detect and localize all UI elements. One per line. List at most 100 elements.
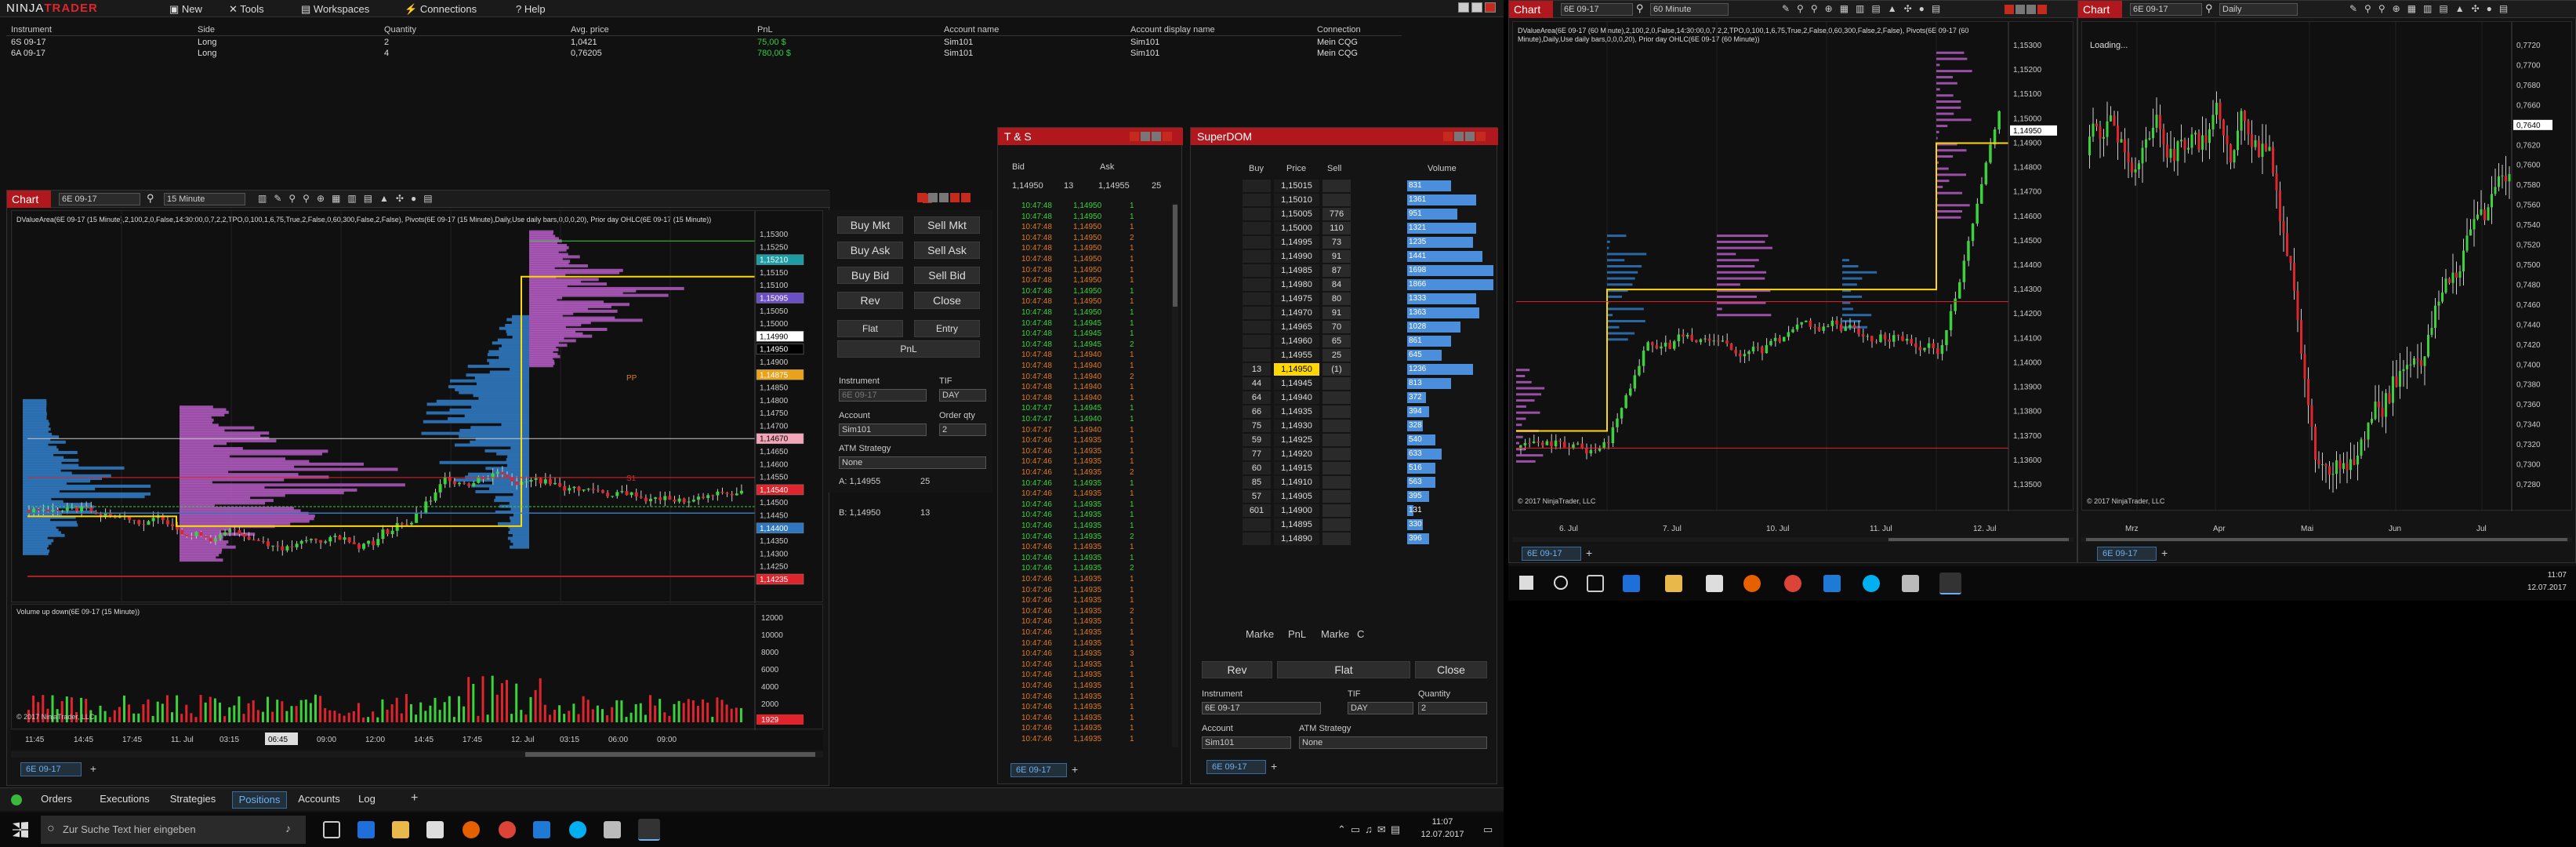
ts-bottom-tab[interactable]: 6E 09-17 (1010, 763, 1067, 777)
volume-panel[interactable]: Volume up down(6E 09-17 (15 Minute)) 120… (11, 604, 823, 730)
dom-cell[interactable]: 60 (1243, 462, 1271, 474)
dom-cell[interactable] (1322, 391, 1351, 404)
dom-row[interactable]: 57 1,14905 395 (1243, 490, 1493, 504)
chart3-scrollbar[interactable] (2081, 537, 2572, 542)
close-button-2[interactable] (961, 193, 971, 202)
dom-reverse-button[interactable]: Rev (1202, 661, 1272, 678)
col-avg-price[interactable]: Avg. price (571, 25, 609, 35)
dom-cell[interactable] (1322, 180, 1351, 192)
dom-cell[interactable] (1243, 321, 1271, 333)
close-button[interactable] (1163, 132, 1172, 141)
maximize-button[interactable] (1465, 132, 1475, 141)
dom-cell[interactable] (1322, 476, 1351, 489)
chart-tool-icons[interactable]: ▥✎⚲⚲⊕▦▥▤▲✣●▤ (258, 193, 440, 204)
dom-cell[interactable]: 1,14950 (1274, 363, 1319, 376)
dom-cell[interactable]: 1,14975 (1274, 293, 1319, 305)
dom-cell[interactable] (1322, 434, 1351, 446)
dom-cell[interactable]: 87 (1322, 264, 1351, 277)
dom-row[interactable]: 1,14985 87 1698 (1243, 264, 1493, 278)
tab-orders[interactable]: Orders (33, 793, 80, 807)
dom-market-buy[interactable]: Marke (1246, 628, 1274, 640)
dom-cell[interactable]: 110 (1322, 222, 1351, 234)
col-side[interactable]: Side (198, 25, 215, 35)
link-button[interactable] (1443, 132, 1453, 141)
dom-cell[interactable]: 64 (1243, 391, 1271, 404)
menu-help[interactable]: ? Help (516, 3, 546, 15)
chart-bottom-tab[interactable]: 6E 09-17 (20, 762, 82, 776)
app-icon[interactable] (1823, 575, 1841, 592)
dom-cell[interactable]: 1,14970 (1274, 307, 1319, 319)
dom-row[interactable]: 1,14960 65 861 (1243, 335, 1493, 349)
dom-cell[interactable]: 1,14935 (1274, 405, 1319, 418)
scrollbar-thumb[interactable] (525, 752, 815, 757)
buy-market-button[interactable]: Buy Mkt (837, 216, 903, 234)
firefox-icon[interactable] (463, 821, 480, 838)
task-view-icon[interactable] (1587, 575, 1604, 592)
dom-cell[interactable]: 80 (1322, 293, 1351, 305)
chart3-interval-select[interactable]: Daily (2219, 3, 2298, 16)
add-tab-button[interactable]: + (2161, 547, 2168, 559)
dom-cell[interactable]: 91 (1322, 307, 1351, 319)
instrument-select[interactable]: 6E 09-17 (839, 389, 927, 402)
dom-cell[interactable]: 1,14925 (1274, 434, 1319, 446)
dom-row[interactable]: 1,15015 831 (1243, 180, 1493, 194)
dom-cell[interactable] (1243, 250, 1271, 263)
dom-cell[interactable] (1243, 349, 1271, 362)
dom-tif-select[interactable]: DAY (1348, 702, 1413, 714)
link-button[interactable] (2005, 5, 2014, 14)
dom-cell[interactable] (1243, 222, 1271, 234)
dom-cell[interactable]: 1,14960 (1274, 335, 1319, 347)
dom-cell[interactable] (1243, 278, 1271, 291)
dom-market-sell[interactable]: Marke (1321, 628, 1349, 640)
dom-cell[interactable]: 1,14955 (1274, 349, 1319, 362)
dom-row[interactable]: 1,15000 110 1321 (1243, 222, 1493, 236)
dom-cell[interactable]: 13 (1243, 363, 1271, 376)
chart2-price-panel[interactable]: DValueArea(6E 09-17 (60 Minute),2,100,2,… (1512, 21, 2073, 511)
menu-new[interactable]: ▣ New (169, 3, 202, 16)
close-position-button[interactable]: Close (914, 292, 980, 309)
dom-cell[interactable]: 1,14930 (1274, 420, 1319, 432)
dom-row[interactable]: 1,14895 330 (1243, 518, 1493, 533)
microphone-icon[interactable]: ♪ (285, 822, 291, 834)
dom-cell[interactable] (1243, 518, 1271, 531)
dom-cell[interactable]: 91 (1322, 250, 1351, 263)
close-button[interactable] (1485, 2, 1496, 13)
scrollbar-thumb[interactable] (1888, 538, 2069, 541)
dom-ladder[interactable]: 1,15015 831 1,15010 1361 1,15005 776 951 1,1500… (1243, 180, 1493, 548)
dom-close-button[interactable]: Close (1415, 661, 1487, 678)
dom-row[interactable]: 13 1,14950 (1) 1236 (1243, 363, 1493, 377)
search-icon[interactable]: ⚲ (1636, 2, 1644, 15)
chart3-tool-icons[interactable]: ✎⚲⚲⊕▦▥▤▲✣●▤ (2349, 3, 2515, 14)
dom-cell[interactable]: 84 (1322, 278, 1351, 291)
chart2-tool-icons[interactable]: ✎⚲⚲⊕▦▥▤▲✣●▤ (1782, 3, 1947, 14)
dom-row[interactable]: 60 1,14915 516 (1243, 462, 1493, 476)
system-tray-icons[interactable]: ⌃▭♫✉▤ (1337, 823, 1405, 836)
dom-cell[interactable]: 601 (1243, 504, 1271, 517)
dom-cell[interactable]: 66 (1243, 405, 1271, 418)
chart3-price-panel[interactable]: Loading... 0,77200,77000,76800,76600,764… (2081, 21, 2572, 511)
dom-cell[interactable]: 1,15010 (1274, 194, 1319, 206)
dom-cell[interactable]: 77 (1243, 448, 1271, 460)
tab-executions[interactable]: Executions (93, 793, 157, 807)
add-tab-button[interactable]: + (411, 791, 418, 805)
close-button[interactable] (1476, 132, 1486, 141)
dom-cell[interactable]: 1,14900 (1274, 504, 1319, 517)
dom-cell[interactable]: 73 (1322, 236, 1351, 249)
dom-cell[interactable]: 776 (1322, 208, 1351, 220)
dom-row[interactable]: 1,14995 73 1235 (1243, 236, 1493, 250)
col-account-display-name[interactable]: Account display name (1130, 25, 1215, 35)
tab-strategies[interactable]: Strategies (163, 793, 223, 807)
chart-scrollbar[interactable] (11, 751, 823, 758)
dom-cell[interactable]: 1,14995 (1274, 236, 1319, 249)
dom-row[interactable]: 44 1,14945 813 (1243, 377, 1493, 391)
scrollbar-thumb[interactable] (1173, 205, 1177, 307)
dom-cell[interactable] (1322, 420, 1351, 432)
dom-cell[interactable]: 1,14965 (1274, 321, 1319, 333)
skype-icon[interactable] (1863, 575, 1880, 592)
firefox-icon[interactable] (1743, 575, 1761, 592)
store-icon[interactable] (1706, 575, 1723, 592)
menu-connections[interactable]: ⚡ Connections (405, 3, 477, 16)
dom-cell[interactable]: 1,14890 (1274, 533, 1319, 545)
file-explorer-icon[interactable] (392, 821, 409, 838)
close-button[interactable] (2037, 5, 2047, 14)
